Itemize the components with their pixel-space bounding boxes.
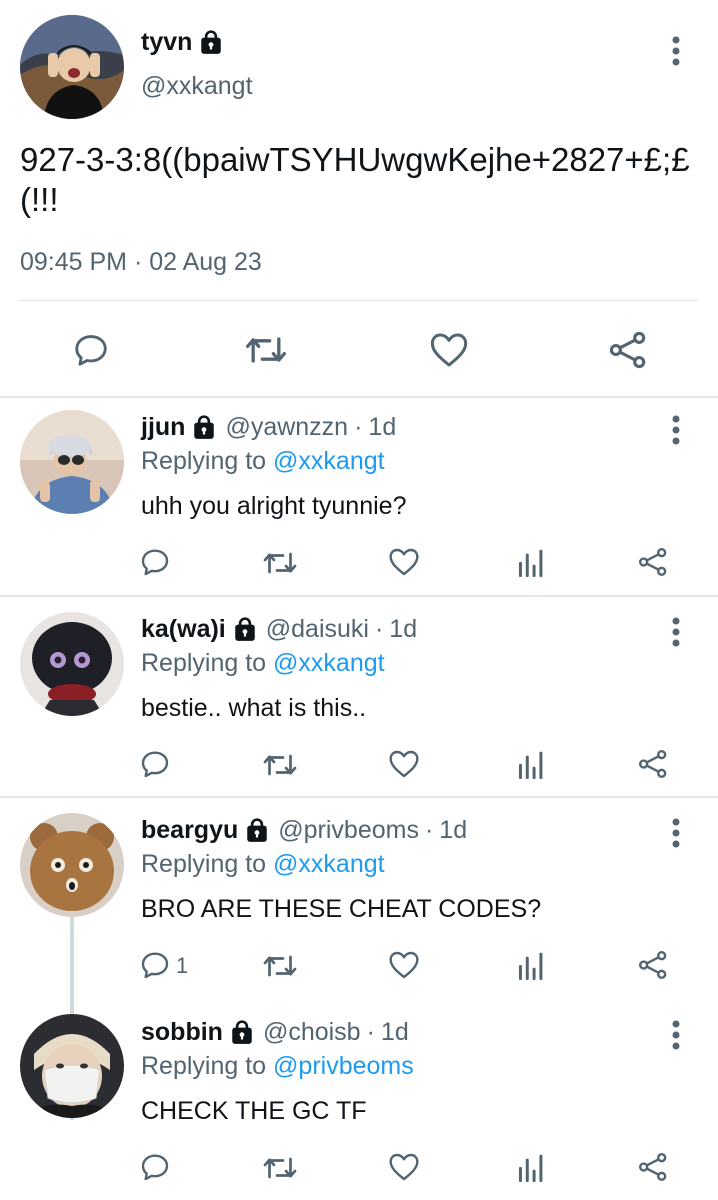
author-name[interactable]: tyvn (141, 28, 224, 57)
tweet-timestamp: 09:45 PM · 02 Aug 23 (20, 248, 262, 276)
separator-dot: · (354, 413, 363, 441)
replying-label: Replying to (141, 649, 267, 677)
lock-icon (191, 414, 217, 441)
replying-mention[interactable]: @xxkangt (273, 850, 385, 878)
analytics-icon[interactable] (516, 547, 544, 577)
more-options-icon[interactable] (671, 1020, 681, 1050)
reply-count: 1 (176, 953, 189, 978)
avatar[interactable] (20, 813, 124, 917)
author-name-text: tyvn (141, 28, 193, 56)
more-options-icon[interactable] (671, 617, 681, 647)
lock-icon (229, 1019, 255, 1046)
replying-to: Replying to @xxkangt (141, 850, 385, 879)
avatar[interactable] (20, 1014, 124, 1118)
replying-to: Replying to @xxkangt (141, 447, 385, 476)
separator-dot: · (374, 615, 384, 643)
share-icon[interactable] (637, 1152, 669, 1182)
reply-text: bestie.. what is this.. (141, 694, 367, 722)
replying-label: Replying to (141, 1052, 267, 1080)
comment-icon[interactable] (139, 1151, 171, 1183)
avatar[interactable] (20, 15, 124, 119)
retweet-icon[interactable] (262, 548, 298, 578)
replying-mention[interactable]: @xxkangt (273, 447, 385, 475)
divider (0, 796, 718, 798)
reply-header: jjun @yawnzzn · 1d (141, 413, 396, 442)
reply-age: 1d (380, 1018, 409, 1046)
divider (0, 595, 718, 597)
author-name[interactable]: sobbin (141, 1018, 223, 1047)
separator-dot: · (424, 816, 434, 844)
author-name[interactable]: jjun (141, 413, 185, 442)
reply-text: uhh you alright tyunnie? (141, 492, 407, 520)
replying-to: Replying to @xxkangt (141, 649, 385, 678)
more-options-icon[interactable] (671, 818, 681, 848)
main-tweet: tyvn @xxkangt 927-3-3:8((bpaiwTSYHUwgwKe… (0, 0, 718, 398)
replying-label: Replying to (141, 850, 267, 878)
reply-age: 1d (389, 615, 418, 643)
reply-tweet: beargyu @privbeoms · 1d Replying to @xxk… (0, 800, 718, 1120)
more-options-icon[interactable] (671, 36, 681, 66)
reply-age: 1d (439, 816, 468, 844)
share-icon[interactable] (637, 950, 669, 980)
analytics-icon[interactable] (516, 950, 544, 980)
author-handle[interactable]: @xxkangt (141, 72, 253, 101)
share-icon[interactable] (637, 547, 669, 577)
reply-tweet: sobbin @choisb · 1d Replying to @privbeo… (0, 1000, 718, 1200)
retweet-icon[interactable] (262, 951, 298, 981)
reply-header: sobbin @choisb · 1d (141, 1018, 409, 1047)
lock-icon (244, 817, 270, 844)
comment-icon[interactable] (139, 748, 171, 780)
author-handle[interactable]: @choisb (263, 1018, 361, 1047)
reply-tweet: jjun @yawnzzn · 1d Replying to @xxkangt … (0, 397, 718, 597)
author-name[interactable]: ka(wa)i (141, 615, 226, 644)
analytics-icon[interactable] (516, 749, 544, 779)
like-icon[interactable] (388, 547, 420, 577)
like-icon[interactable] (429, 331, 469, 369)
replying-mention[interactable]: @privbeoms (273, 1052, 414, 1080)
more-options-icon[interactable] (671, 415, 681, 445)
analytics-icon[interactable] (516, 1152, 544, 1182)
separator-dot: · (366, 1018, 375, 1046)
tweet-text: 927-3-3:8((bpaiwTSYHUwgwKejhe+2827+£;£(!… (20, 141, 690, 218)
comment-icon[interactable] (139, 949, 171, 981)
replying-to: Replying to @privbeoms (141, 1052, 414, 1081)
reply-tweet: ka(wa)i @daisuki · 1d Replying to @xxkan… (0, 599, 718, 799)
reply-header: beargyu @privbeoms · 1d (141, 816, 467, 845)
reply-age: 1d (368, 413, 397, 441)
share-icon[interactable] (607, 331, 649, 369)
lock-icon (232, 616, 258, 643)
reply-header: ka(wa)i @daisuki · 1d (141, 615, 417, 644)
author-handle[interactable]: @daisuki (266, 615, 369, 644)
author-handle[interactable]: @yawnzzn (225, 413, 348, 442)
avatar[interactable] (20, 612, 124, 716)
retweet-icon[interactable] (262, 750, 298, 780)
retweet-icon[interactable] (244, 331, 288, 369)
like-icon[interactable] (388, 749, 420, 779)
avatar[interactable] (20, 410, 124, 514)
divider (20, 300, 698, 301)
author-name[interactable]: beargyu (141, 816, 238, 845)
like-icon[interactable] (388, 1152, 420, 1182)
author-handle[interactable]: @privbeoms (278, 816, 419, 845)
reply-text: BRO ARE THESE CHEAT CODES? (141, 895, 542, 923)
replying-mention[interactable]: @xxkangt (273, 649, 385, 677)
share-icon[interactable] (637, 749, 669, 779)
reply-text: CHECK THE GC TF (141, 1097, 367, 1125)
comment-icon[interactable] (139, 546, 171, 578)
replying-label: Replying to (141, 447, 267, 475)
like-icon[interactable] (388, 950, 420, 980)
retweet-icon[interactable] (262, 1153, 298, 1183)
lock-icon (198, 29, 224, 56)
comment-icon[interactable] (72, 331, 110, 369)
